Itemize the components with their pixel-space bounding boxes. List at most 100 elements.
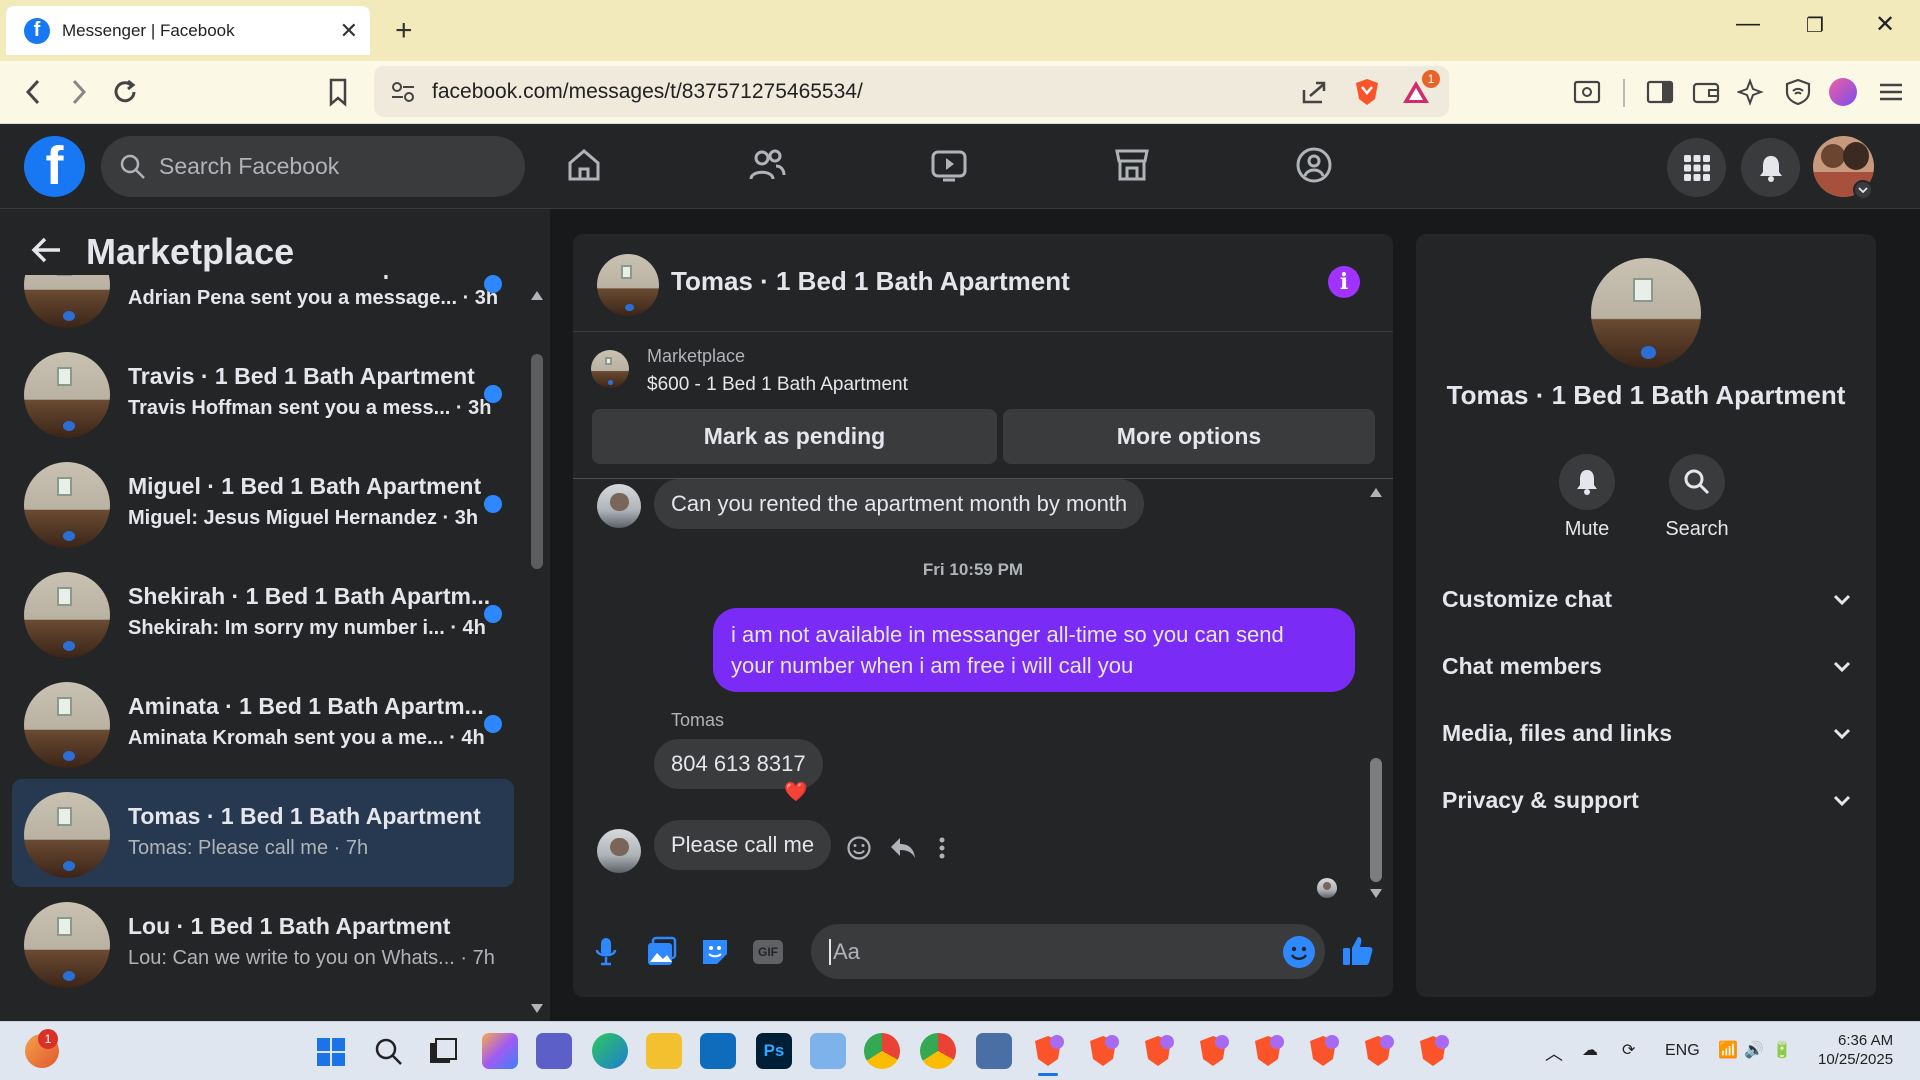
message-bubble-outgoing[interactable]: i am not available in messanger all-time… <box>713 608 1355 692</box>
notifications-button[interactable] <box>1741 138 1800 197</box>
leo-ai-icon[interactable] <box>1737 77 1767 107</box>
info-section[interactable]: Media, files and links <box>1442 720 1852 747</box>
mark-as-pending-button[interactable]: Mark as pending <box>592 409 997 464</box>
chat-scroll-up-icon[interactable] <box>1369 486 1383 498</box>
menu-icon[interactable] <box>1876 77 1906 107</box>
react-smiley-icon[interactable] <box>846 835 872 861</box>
gif-icon[interactable]: GIF <box>753 940 783 964</box>
reply-icon[interactable] <box>889 836 917 860</box>
photo-icon[interactable] <box>645 936 677 968</box>
new-tab-icon[interactable]: + <box>395 14 413 48</box>
brave-browser-icon[interactable] <box>1085 1033 1121 1069</box>
brave-browser-icon[interactable] <box>1250 1033 1286 1069</box>
wifi-icon[interactable]: 📶 <box>1718 1040 1738 1060</box>
info-icon[interactable]: i <box>1328 266 1360 298</box>
chevron-down-icon[interactable] <box>1853 180 1873 200</box>
search-input[interactable]: Search Facebook <box>101 136 525 197</box>
back-arrow-icon[interactable] <box>30 235 64 265</box>
chat-scroll-down-icon[interactable] <box>1369 888 1383 900</box>
microphone-icon[interactable] <box>594 936 618 968</box>
volume-icon[interactable]: 🔊 <box>1744 1040 1764 1060</box>
windows-start-icon[interactable] <box>316 1037 346 1067</box>
chat-avatar[interactable] <box>597 254 659 316</box>
conversation-item[interactable]: Shekirah · 1 Bed 1 Bath Apartm... Shekira… <box>12 559 514 667</box>
brave-browser-icon[interactable] <box>1305 1033 1341 1069</box>
brave-browser-icon[interactable] <box>1360 1033 1396 1069</box>
chat-title[interactable]: Tomas · 1 Bed 1 Bath Apartment <box>671 266 1070 297</box>
language-indicator[interactable]: ENG <box>1665 1042 1700 1060</box>
marketplace-icon[interactable] <box>1113 146 1151 184</box>
like-thumbs-up-icon[interactable] <box>1341 934 1375 968</box>
home-icon[interactable] <box>565 146 603 184</box>
conversation-item[interactable]: Miguel · 1 Bed 1 Bath Apartment Miguel: J… <box>12 449 514 557</box>
conversation-item[interactable]: Lou · 1 Bed 1 Bath Apartment Lou: Can we … <box>12 889 514 997</box>
conversation-item[interactable]: Adrian · 1 Bed 1 Bath Apartment Adrian Pe… <box>12 275 514 337</box>
more-options-button[interactable]: More options <box>1003 409 1375 464</box>
task-view-icon[interactable] <box>428 1037 458 1067</box>
chrome-icon[interactable] <box>864 1033 900 1069</box>
info-section[interactable]: Chat members <box>1442 653 1852 680</box>
info-section[interactable]: Privacy & support <box>1442 787 1852 814</box>
more-actions-icon[interactable] <box>938 836 946 860</box>
share-icon[interactable] <box>1300 78 1328 106</box>
wallet-icon[interactable] <box>1691 77 1721 107</box>
scrollbar-thumb[interactable] <box>531 354 543 569</box>
battery-icon[interactable]: 🔋 <box>1772 1040 1792 1060</box>
scroll-down-icon[interactable] <box>529 1003 545 1015</box>
onedrive-icon[interactable]: ☁ <box>1582 1040 1598 1060</box>
app-icon[interactable] <box>976 1033 1012 1069</box>
forward-icon[interactable] <box>66 77 90 107</box>
show-hidden-icons[interactable]: ︿ <box>1545 1040 1563 1066</box>
vpn-shield-icon[interactable] <box>1783 77 1813 107</box>
chat-scrollbar-thumb[interactable] <box>1370 758 1382 882</box>
chrome-profile-icon[interactable] <box>920 1033 956 1069</box>
bookmark-icon[interactable] <box>326 77 350 107</box>
profile-avatar[interactable] <box>1591 258 1701 368</box>
brave-browser-icon[interactable] <box>1415 1033 1451 1069</box>
message-bubble-incoming[interactable]: Please call me <box>654 820 832 870</box>
url-field[interactable]: facebook.com/messages/t/837571275465534/… <box>374 66 1449 117</box>
photoshop-icon[interactable]: Ps <box>756 1033 792 1069</box>
sync-icon[interactable]: ⟳ <box>1622 1040 1635 1060</box>
brave-browser-icon[interactable] <box>1030 1033 1066 1076</box>
restore-icon[interactable]: ❐ <box>1806 13 1824 38</box>
conversation-item[interactable]: Aminata · 1 Bed 1 Bath Apartm... Aminata … <box>12 669 514 777</box>
listing-title[interactable]: $600 - 1 Bed 1 Bath Apartment <box>647 374 908 396</box>
info-section[interactable]: Customize chat <box>1442 586 1852 613</box>
search-conversation-button[interactable] <box>1669 454 1725 510</box>
outlook-icon[interactable] <box>700 1033 736 1069</box>
back-icon[interactable] <box>22 77 46 107</box>
minimize-icon[interactable]: — <box>1736 10 1760 38</box>
menu-grid-button[interactable] <box>1667 138 1726 197</box>
friends-icon[interactable] <box>748 146 786 184</box>
mute-button[interactable] <box>1559 454 1615 510</box>
file-explorer-icon[interactable] <box>646 1033 682 1069</box>
reader-mode-icon[interactable] <box>1572 77 1602 107</box>
reload-icon[interactable] <box>110 77 140 107</box>
video-icon[interactable] <box>930 146 968 184</box>
conversation-item[interactable]: Tomas · 1 Bed 1 Bath Apartment Tomas: Ple… <box>12 779 514 887</box>
heart-reaction-icon[interactable]: ❤️ <box>784 780 808 804</box>
copilot-icon[interactable] <box>482 1033 518 1069</box>
profile-icon[interactable] <box>1829 78 1857 106</box>
sidebar-icon[interactable] <box>1645 77 1675 107</box>
sticker-icon[interactable] <box>699 936 731 968</box>
edge-icon[interactable] <box>592 1033 628 1069</box>
groups-icon[interactable] <box>1295 146 1333 184</box>
brave-browser-icon[interactable] <box>1140 1033 1176 1069</box>
app-icon[interactable] <box>810 1033 846 1069</box>
clock[interactable]: 6:36 AM 10/25/2025 <box>1818 1031 1893 1069</box>
site-settings-icon[interactable] <box>390 80 416 104</box>
taskbar-search-icon[interactable] <box>374 1037 404 1067</box>
close-window-icon[interactable]: ✕ <box>1875 10 1895 39</box>
brave-shields-icon[interactable] <box>1354 77 1380 107</box>
close-tab-icon[interactable]: ✕ <box>340 18 358 44</box>
scroll-up-icon[interactable] <box>529 289 545 301</box>
emoji-icon[interactable] <box>1283 936 1315 968</box>
browser-tab[interactable]: f Messenger | Facebook ✕ <box>6 6 370 55</box>
teams-icon[interactable] <box>536 1033 572 1069</box>
brave-browser-icon[interactable] <box>1195 1033 1231 1069</box>
message-input[interactable]: Aa <box>811 924 1325 979</box>
facebook-logo-icon[interactable]: f <box>24 136 85 197</box>
message-bubble-incoming[interactable]: Can you rented the apartment month by mo… <box>654 479 1145 529</box>
